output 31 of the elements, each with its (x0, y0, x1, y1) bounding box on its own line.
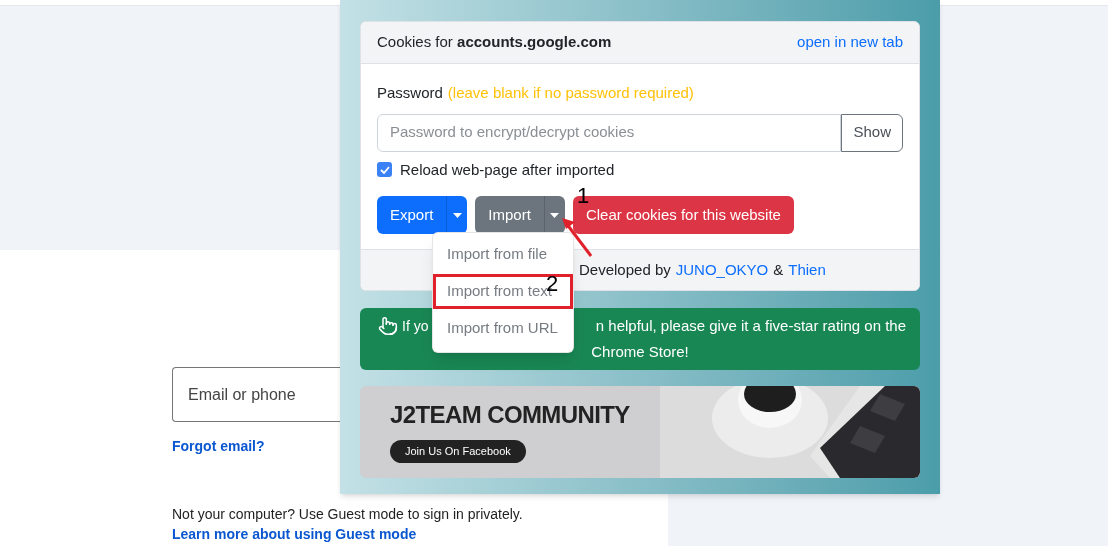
rating-text-end: n helpful, please give it a five-star rating on the (595, 316, 906, 336)
caret-icon (550, 212, 560, 218)
banner-title: J2TEAM COMMUNITY (390, 400, 630, 430)
annotation-arrow (562, 218, 593, 257)
import-menu-item[interactable]: Import from URL (433, 311, 573, 346)
dropdown-toggle[interactable] (446, 196, 468, 234)
cookies-title: Cookies for accounts.google.com (377, 32, 612, 53)
ampersand-text: & (773, 259, 784, 280)
show-button[interactable]: Show (841, 113, 903, 152)
password-hint: (leave blank if no password required) (447, 83, 694, 103)
learn-more-link[interactable]: Learn more about using Guest mode (172, 526, 417, 542)
reload-label: Reload web-page after imported (400, 159, 615, 180)
guest-mode-note: Not your computer? Use Guest mode to sign in privately. Learn more about using Guest mode (172, 505, 524, 544)
forgot-email-link[interactable]: Forgot email? (172, 438, 265, 454)
email-field[interactable]: Email or phone (172, 367, 340, 422)
check-icon (379, 165, 390, 174)
author-link[interactable]: JUNO_OKYO (675, 258, 769, 282)
password-field[interactable]: Password to encrypt/decrypt cookies (377, 113, 842, 152)
rating-text-end-line: Chrome Store! (591, 342, 689, 362)
hand-pointer-icon (378, 316, 398, 336)
action-button[interactable]: Import (475, 196, 544, 234)
reload-checkbox[interactable] (377, 162, 392, 178)
developed-by-text: Developed by (579, 259, 671, 280)
caret-icon (452, 212, 462, 218)
action-button[interactable]: Export (377, 196, 447, 234)
join-facebook-button[interactable]: Join Us On Facebook (390, 440, 526, 463)
import-menu-item[interactable]: Import from file (433, 237, 573, 272)
author-link[interactable]: Thien (788, 258, 826, 282)
rating-text-start: If yo (402, 317, 429, 336)
password-label: Password (377, 83, 443, 103)
open-new-tab-link[interactable]: open in new tab (797, 31, 903, 54)
